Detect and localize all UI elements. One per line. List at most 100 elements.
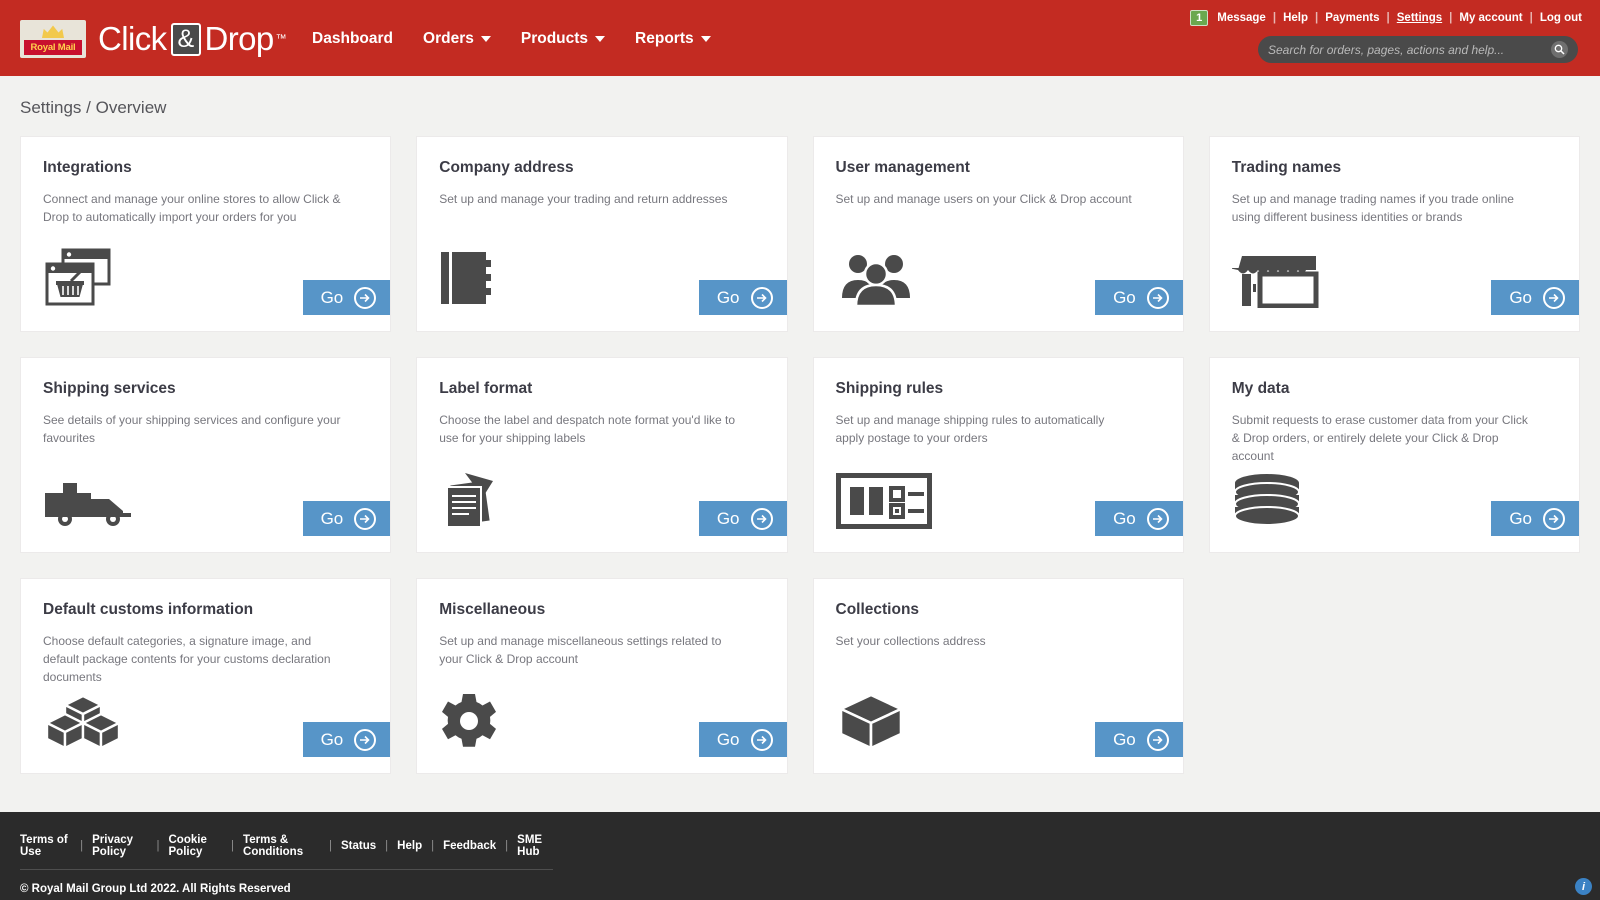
go-button-label: Go [716, 508, 740, 528]
nav-item-products[interactable]: Products [520, 30, 606, 48]
footer-link-status[interactable]: Status [341, 840, 376, 852]
divider: | [1529, 12, 1533, 24]
card-description: Set up and manage shipping rules to auto… [835, 413, 1105, 445]
nav-item-reports[interactable]: Reports [635, 30, 711, 48]
go-button-label: Go [1113, 729, 1136, 749]
search-input[interactable] [1268, 42, 1551, 57]
nav-item-orders[interactable]: Orders [423, 30, 491, 48]
go-button-label: Go [320, 508, 344, 528]
go-button-trading-names[interactable]: Go [1491, 280, 1579, 315]
settings-card-miscellaneous[interactable]: Miscellaneous Set up and manage miscella… [416, 578, 788, 774]
utility-link-message[interactable]: Message [1217, 12, 1266, 24]
utility-link-log-out[interactable]: Log out [1540, 12, 1582, 24]
arrow-right-icon [750, 728, 773, 751]
chevron-down-icon [595, 36, 606, 42]
gear-icon [439, 692, 499, 755]
footer-link-sme-hub[interactable]: SME Hub [517, 834, 553, 858]
arrow-right-icon [1146, 728, 1169, 751]
go-button-shipping-rules[interactable]: Go [1095, 501, 1183, 536]
settings-card-shipping-rules[interactable]: Shipping rules Set up and manage shippin… [812, 357, 1184, 553]
footer-link-feedback[interactable]: Feedback [443, 840, 496, 852]
settings-card-my-data[interactable]: My data Submit requests to erase custome… [1208, 357, 1580, 553]
card-title: Default customs information [43, 601, 254, 618]
nav-label-reports: Reports [635, 30, 694, 47]
settings-card-integrations[interactable]: Integrations Connect and manage your onl… [20, 136, 392, 332]
go-button-label: Go [1509, 508, 1532, 528]
search-icon[interactable] [1551, 41, 1568, 58]
go-button-label: Go [716, 729, 740, 749]
settings-card-shipping-services[interactable]: Shipping services See details of your sh… [20, 357, 392, 553]
card-description: Set up and manage users on your Click & … [835, 192, 1132, 206]
chevron-down-icon [700, 36, 711, 42]
card-title: My data [1231, 380, 1290, 397]
info-icon[interactable]: i [1575, 878, 1592, 895]
arrow-right-icon [354, 286, 377, 309]
click-and-drop-wordmark: Click & Drop ™ [98, 20, 287, 58]
card-title: Shipping rules [835, 380, 944, 397]
nav-label-dashboard: Dashboard [312, 30, 394, 47]
go-button-integrations[interactable]: Go [302, 280, 391, 315]
go-button-user-management[interactable]: Go [1095, 280, 1183, 315]
divider: | [80, 840, 84, 852]
delivery-van-icon [43, 479, 139, 534]
divider: | [329, 840, 333, 852]
divider: | [1386, 12, 1390, 24]
utility-links: 1 Message | Help | Payments | Settings |… [1190, 10, 1582, 26]
settings-card-company-address[interactable]: Company address Set up and manage your t… [416, 136, 788, 332]
nav-item-dashboard[interactable]: Dashboard [312, 30, 393, 48]
settings-card-trading-names[interactable]: Trading names Set up and manage trading … [1208, 136, 1580, 332]
footer-link-privacy-policy[interactable]: Privacy Policy [92, 834, 147, 858]
storefront-icon [1227, 252, 1322, 313]
go-button-label: Go [1509, 287, 1532, 307]
footer-link-terms-and-conditions[interactable]: Terms & Conditions [243, 834, 320, 858]
utility-link-payments[interactable]: Payments [1325, 12, 1379, 24]
trademark-symbol: ™ [275, 33, 287, 45]
card-description: Set up and manage your trading and retur… [439, 192, 728, 206]
card-description: Set up and manage trading names if you t… [1231, 192, 1514, 224]
arrow-right-icon [1146, 507, 1169, 530]
divider: | [431, 840, 435, 852]
global-search[interactable] [1258, 36, 1578, 63]
go-button-label-format[interactable]: Go [698, 501, 787, 536]
brand-word-click: Click [98, 20, 167, 57]
utility-link-help[interactable]: Help [1283, 12, 1308, 24]
go-button-company-address[interactable]: Go [698, 280, 787, 315]
footer-link-help[interactable]: Help [397, 840, 422, 852]
documents-icon [439, 471, 505, 534]
utility-link-settings[interactable]: Settings [1397, 12, 1442, 24]
nav-label-products: Products [520, 30, 589, 47]
footer-link-terms-of-use[interactable]: Terms of Use [20, 834, 71, 858]
arrow-right-icon [1543, 507, 1565, 530]
footer-link-cookie-policy[interactable]: Cookie Policy [169, 834, 223, 858]
card-title: Label format [439, 380, 533, 397]
crown-icon [42, 25, 64, 38]
settings-card-default-customs-information[interactable]: Default customs information Choose defau… [20, 578, 392, 774]
go-button-shipping-services[interactable]: Go [302, 501, 391, 536]
rules-layout-icon [834, 472, 933, 534]
go-button-miscellaneous[interactable]: Go [698, 722, 787, 757]
card-description: Connect and manage your online stores to… [43, 192, 341, 224]
go-button-collections[interactable]: Go [1095, 722, 1183, 757]
cube-icon [836, 692, 906, 755]
card-title: Miscellaneous [439, 601, 546, 618]
database-icon [1232, 473, 1302, 534]
boxes-cubes-icon [43, 694, 123, 755]
go-button-my-data[interactable]: Go [1491, 501, 1579, 536]
settings-card-collections[interactable]: Collections Set your collections address… [812, 578, 1184, 774]
message-count-badge: 1 [1190, 10, 1209, 26]
brand-logo[interactable]: Royal Mail Click & Drop ™ [0, 0, 287, 58]
divider: | [1272, 12, 1277, 24]
card-title: User management [835, 159, 970, 176]
copyright-text: © Royal Mail Group Ltd 2022. All Rights … [20, 883, 291, 895]
settings-card-label-format[interactable]: Label format Choose the label and despat… [416, 357, 788, 553]
go-button-label: Go [1113, 287, 1136, 307]
settings-card-user-management[interactable]: User management Set up and manage users … [812, 136, 1184, 332]
utility-link-my-account[interactable]: My account [1459, 12, 1522, 24]
arrow-right-icon [1146, 286, 1169, 309]
go-button-label: Go [1113, 508, 1136, 528]
go-button-default-customs-information[interactable]: Go [302, 722, 391, 757]
top-header-bar: Royal Mail Click & Drop ™ Dashboard Orde… [0, 0, 1600, 76]
card-description: Submit requests to erase customer data f… [1231, 413, 1528, 463]
royal-mail-wordmark: Royal Mail [24, 40, 82, 55]
royal-mail-logo-icon: Royal Mail [20, 20, 86, 58]
